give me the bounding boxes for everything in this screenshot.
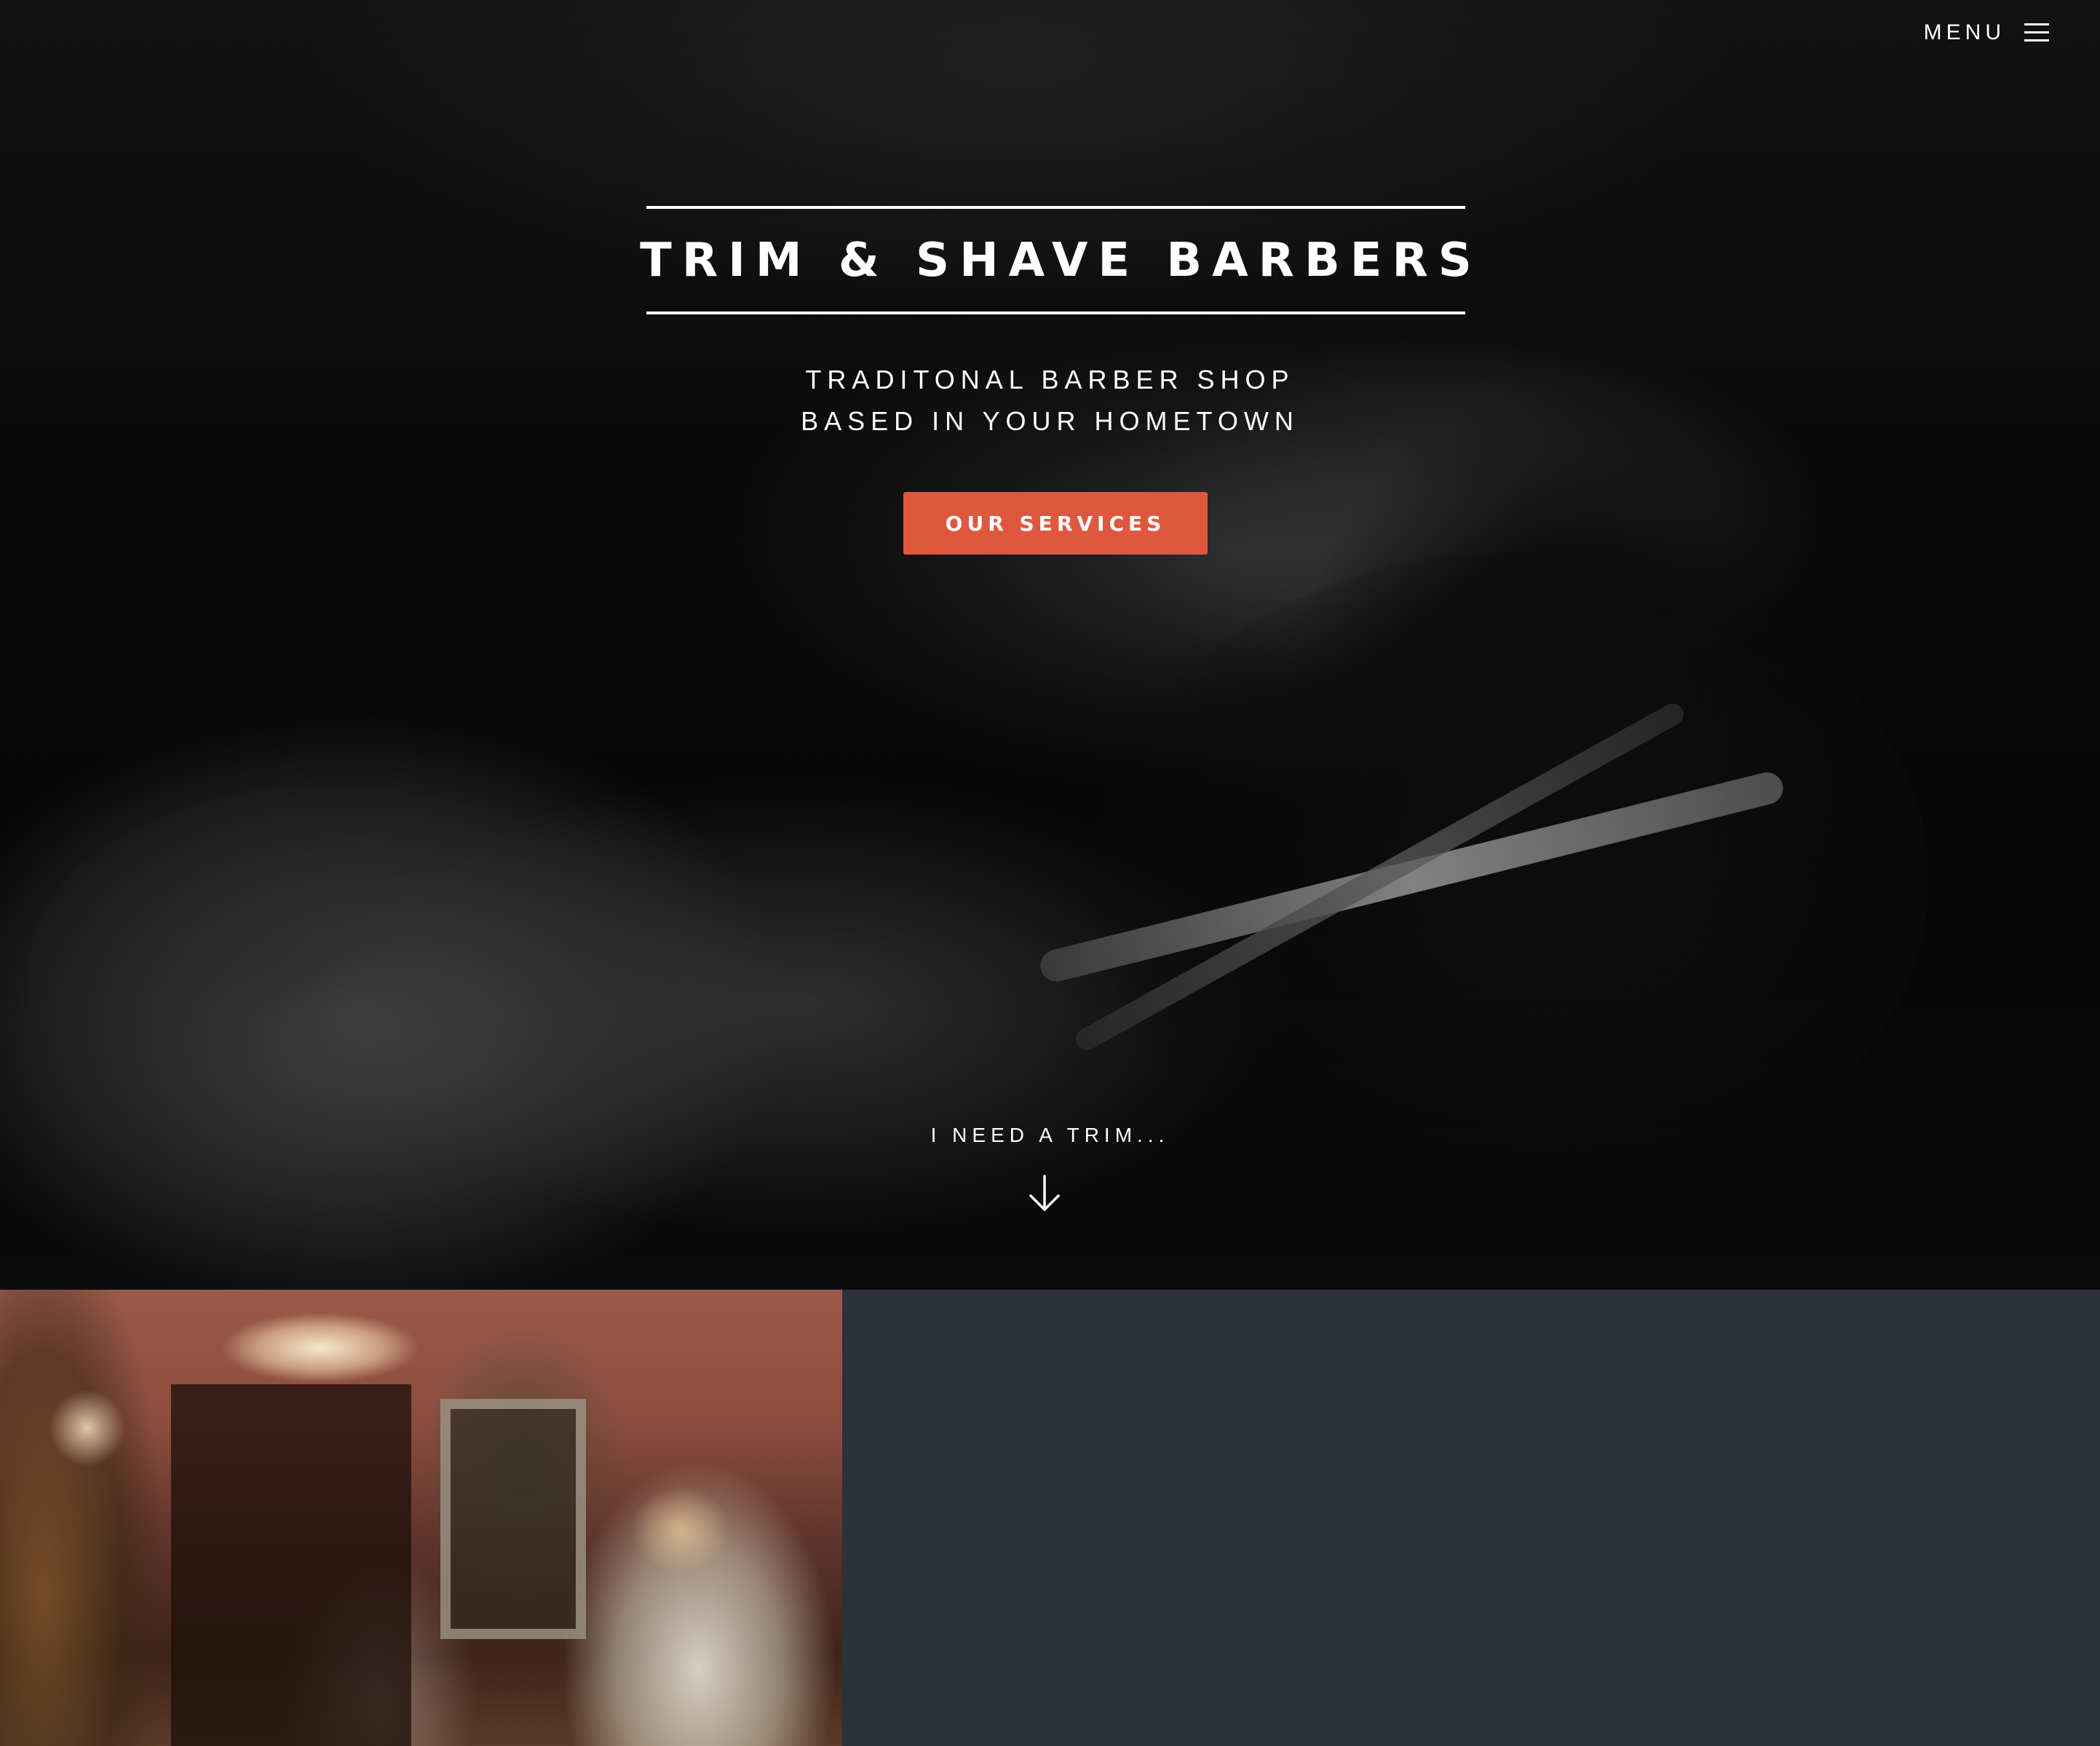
site-title: TRIM & SHAVE BARBERS	[640, 233, 1482, 287]
hamburger-icon[interactable]	[2024, 22, 2049, 44]
page: MENU TRIM & SHAVE BARBERS TRADITONAL BAR…	[0, 0, 2100, 1746]
arrow-down-icon[interactable]	[1026, 1173, 1063, 1214]
shop-photo-portrait-frame	[440, 1399, 586, 1639]
info-panel	[842, 1290, 2100, 1746]
hero-section: MENU TRIM & SHAVE BARBERS TRADITONAL BAR…	[0, 0, 2100, 1290]
shop-photo-door	[171, 1384, 411, 1746]
barber-shop-photo	[0, 1290, 842, 1746]
scroll-down-link[interactable]: I NEED A TRIM...	[0, 1124, 2100, 1147]
menu-label: MENU	[1923, 20, 2005, 44]
menu-button[interactable]: MENU	[1924, 20, 2049, 45]
hero-background-beard	[1092, 553, 1929, 1208]
tagline-line-2: BASED IN YOUR HOMETOWN	[801, 406, 1299, 436]
our-services-button[interactable]: OUR SERVICES	[903, 492, 1208, 555]
tagline-line-1: TRADITONAL BARBER SHOP	[805, 365, 1295, 394]
brand-title-box: TRIM & SHAVE BARBERS	[640, 206, 1472, 314]
about-section	[0, 1290, 2100, 1746]
